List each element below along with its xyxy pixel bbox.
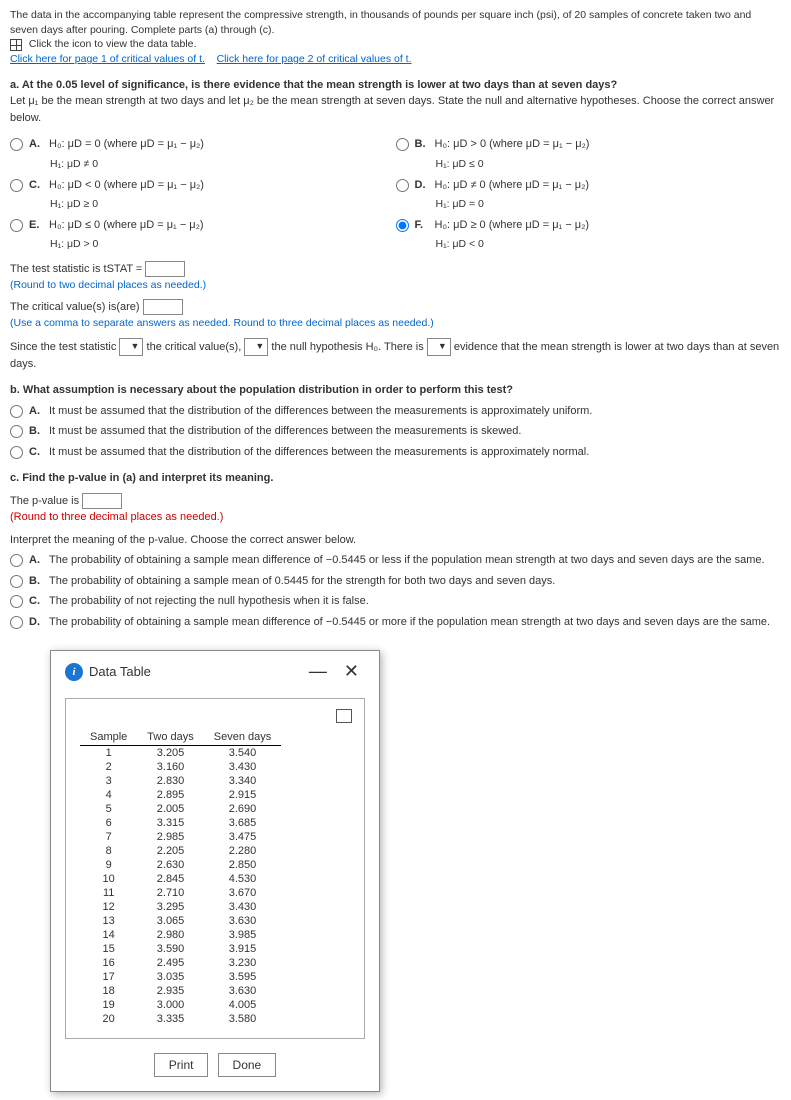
- table-row: 52.0052.690: [80, 802, 281, 816]
- crit-link-2[interactable]: Click here for page 2 of critical values…: [217, 53, 412, 65]
- table-row: 23.1603.430: [80, 760, 281, 774]
- option-F[interactable]: F. H₀: μD ≥ 0 (where μD = μ₁ − μ₂): [396, 217, 782, 234]
- radio-D[interactable]: [396, 179, 409, 192]
- option-E-h1: H₁: μD > 0: [50, 237, 396, 253]
- radio-cD[interactable]: [10, 616, 23, 629]
- crit-link-1[interactable]: Click here for page 1 of critical values…: [10, 53, 205, 65]
- radio-F[interactable]: [396, 219, 409, 232]
- option-C-h1: H₁: μD ≥ 0: [50, 197, 396, 213]
- table-row: 162.4953.230: [80, 956, 281, 970]
- part-c-header: c. Find the p-value in (a) and interpret…: [10, 470, 781, 487]
- radio-E[interactable]: [10, 219, 23, 232]
- part-a-let-line: Let μ₁ be the mean strength at two days …: [10, 93, 781, 126]
- radio-cA[interactable]: [10, 554, 23, 567]
- table-row: 32.8303.340: [80, 774, 281, 788]
- dialog-title: Data Table: [89, 664, 151, 679]
- table-row: 112.7103.670: [80, 886, 281, 900]
- interp-header: Interpret the meaning of the p-value. Ch…: [10, 532, 781, 549]
- col-two-days: Two days: [137, 729, 203, 746]
- crit-label: The critical value(s) is(are): [10, 301, 140, 313]
- part-b-header: b. What assumption is necessary about th…: [10, 382, 781, 399]
- data-table-dialog: i Data Table — ✕ Sample Two days Seven d…: [50, 650, 380, 1092]
- table-row: 13.2053.540: [80, 746, 281, 761]
- option-B-h1: H₁: μD ≤ 0: [436, 157, 782, 173]
- radio-C[interactable]: [10, 179, 23, 192]
- dropdown-evidence[interactable]: ▼: [427, 338, 451, 356]
- question-intro: The data in the accompanying table repre…: [10, 8, 781, 67]
- c-option-A[interactable]: A. The probability of obtaining a sample…: [10, 552, 781, 569]
- print-button[interactable]: Print: [154, 1053, 209, 1077]
- table-row: 153.5903.915: [80, 942, 281, 956]
- radio-A[interactable]: [10, 138, 23, 151]
- option-D-h1: H₁: μD = 0: [436, 197, 782, 213]
- option-D[interactable]: D. H₀: μD ≠ 0 (where μD = μ₁ − μ₂): [396, 177, 782, 194]
- comma-note: (Use a comma to separate answers as need…: [10, 316, 781, 332]
- dropdown-reject[interactable]: ▼: [244, 338, 268, 356]
- table-row: 72.9853.475: [80, 830, 281, 844]
- done-button[interactable]: Done: [218, 1053, 277, 1077]
- data-table-icon[interactable]: [10, 39, 22, 51]
- tstat-label: The test statistic is tSTAT =: [10, 263, 142, 275]
- table-row: 123.2953.430: [80, 900, 281, 914]
- col-sample: Sample: [80, 729, 137, 746]
- col-seven-days: Seven days: [204, 729, 281, 746]
- radio-bB[interactable]: [10, 425, 23, 438]
- table-row: 42.8952.915: [80, 788, 281, 802]
- table-row: 82.2052.280: [80, 844, 281, 858]
- radio-cC[interactable]: [10, 595, 23, 608]
- c-option-B[interactable]: B. The probability of obtaining a sample…: [10, 573, 781, 590]
- option-E[interactable]: E. H₀: μD ≤ 0 (where μD = μ₁ − μ₂): [10, 217, 396, 234]
- table-row: 102.8454.530: [80, 872, 281, 886]
- b-option-B[interactable]: B. It must be assumed that the distribut…: [10, 423, 781, 440]
- sentence-p1: Since the test statistic: [10, 340, 116, 352]
- crit-input[interactable]: [143, 299, 183, 315]
- table-row: 193.0004.005: [80, 998, 281, 1012]
- radio-bA[interactable]: [10, 405, 23, 418]
- option-C[interactable]: C. H₀: μD < 0 (where μD = μ₁ − μ₂): [10, 177, 396, 194]
- radio-bC[interactable]: [10, 446, 23, 459]
- round-3dp-note: (Round to three decimal places as needed…: [10, 509, 781, 526]
- option-A[interactable]: A. H₀: μD = 0 (where μD = μ₁ − μ₂): [10, 136, 396, 153]
- c-option-C[interactable]: C. The probability of not rejecting the …: [10, 593, 781, 610]
- table-row: 182.9353.630: [80, 984, 281, 998]
- icon-click-text: Click the icon to view the data table.: [29, 38, 197, 50]
- info-icon: i: [65, 663, 83, 681]
- table-row: 142.9803.985: [80, 928, 281, 942]
- option-F-h1: H₁: μD < 0: [436, 237, 782, 253]
- intro-text: The data in the accompanying table repre…: [10, 9, 751, 36]
- b-option-C[interactable]: C. It must be assumed that the distribut…: [10, 444, 781, 461]
- option-A-h1: H₁: μD ≠ 0: [50, 157, 396, 173]
- sentence-p2: the critical value(s),: [147, 340, 242, 352]
- option-B[interactable]: B. H₀: μD > 0 (where μD = μ₁ − μ₂): [396, 136, 782, 153]
- table-row: 173.0353.595: [80, 970, 281, 984]
- part-a-header: a. At the 0.05 level of significance, is…: [10, 77, 781, 94]
- table-row: 63.3153.685: [80, 816, 281, 830]
- dropdown-compare[interactable]: ▼: [119, 338, 143, 356]
- radio-cB[interactable]: [10, 575, 23, 588]
- c-option-D[interactable]: D. The probability of obtaining a sample…: [10, 614, 781, 631]
- round-2dp-note: (Round to two decimal places as needed.): [10, 278, 781, 294]
- table-row: 133.0653.630: [80, 914, 281, 928]
- radio-B[interactable]: [396, 138, 409, 151]
- data-table: Sample Two days Seven days 13.2053.54023…: [80, 729, 281, 1026]
- minimize-icon[interactable]: —: [309, 661, 333, 681]
- tstat-input[interactable]: [145, 261, 185, 277]
- pval-label: The p-value is: [10, 495, 79, 507]
- pval-input[interactable]: [82, 493, 122, 509]
- table-row: 92.6302.850: [80, 858, 281, 872]
- close-icon[interactable]: ✕: [344, 661, 365, 681]
- b-option-A[interactable]: A. It must be assumed that the distribut…: [10, 403, 781, 420]
- copy-icon[interactable]: [336, 711, 350, 723]
- sentence-p3: the null hypothesis H₀. There is: [271, 340, 423, 352]
